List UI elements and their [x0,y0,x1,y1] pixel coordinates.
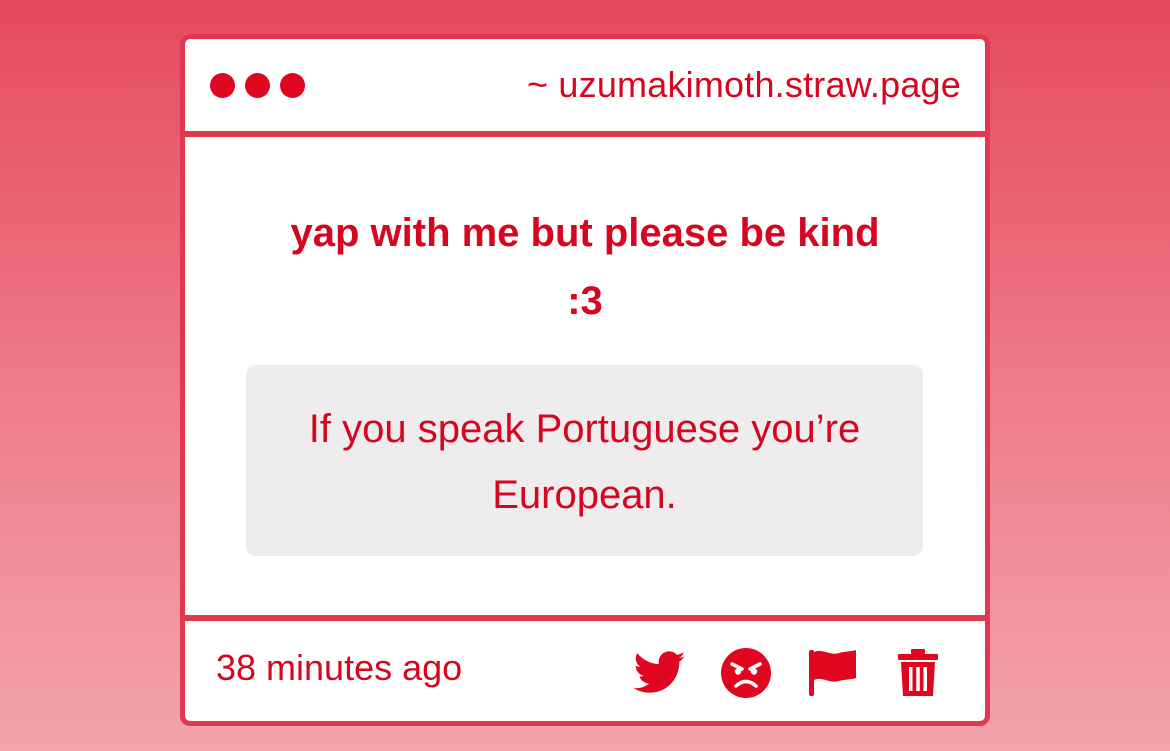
answer-text: If you speak Portuguese you’re European. [266,396,903,528]
question-line-1: yap with me but please be kind [290,211,880,255]
delete-button[interactable] [890,645,946,701]
card-footer: 38 minutes ago [185,615,985,721]
site-url[interactable]: ~ uzumakimoth.straw.page [527,64,961,106]
question-text: yap with me but please be kind :3 [235,199,935,335]
message-card: ~ uzumakimoth.straw.page yap with me but… [180,34,990,726]
window-controls [210,73,305,98]
window-dot-3[interactable] [280,73,305,98]
answer-line-2: European. [492,473,677,517]
answer-box: If you speak Portuguese you’re European. [246,365,923,556]
twitter-icon [634,651,686,693]
report-button[interactable] [804,645,860,701]
window-dot-2[interactable] [245,73,270,98]
answer-line-1: If you speak Portuguese you’re [308,407,861,451]
share-twitter-button[interactable] [632,645,688,701]
angry-react-button[interactable] [718,645,774,701]
window-dot-1[interactable] [210,73,235,98]
timestamp: 38 minutes ago [216,647,463,688]
flag-icon [809,650,856,696]
card-content: yap with me but please be kind :3 If you… [185,137,985,615]
angry-face-icon [721,648,771,698]
window-titlebar: ~ uzumakimoth.straw.page [185,39,985,137]
question-line-2: :3 [567,279,603,323]
trash-icon [898,649,938,696]
